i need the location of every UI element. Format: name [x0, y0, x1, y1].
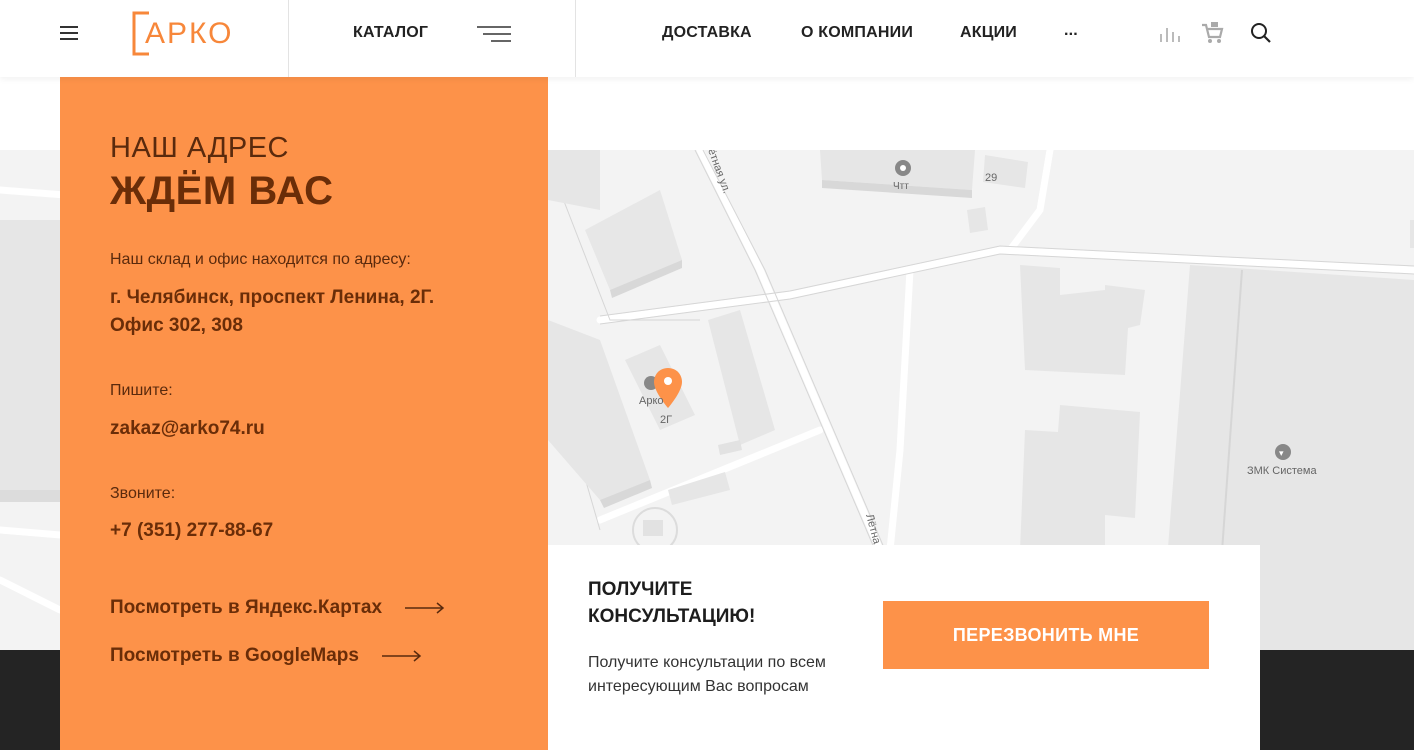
logo-text: АРКО [145, 17, 234, 50]
logo[interactable]: АРКО [131, 10, 235, 57]
compare-icon[interactable] [1158, 20, 1184, 46]
site-header: АРКО КАТАЛОГ ДОСТАВКА О КОМПАНИИ АКЦИИ .… [0, 0, 1414, 77]
search-icon[interactable] [1248, 20, 1274, 46]
catalog-lines-icon[interactable] [477, 26, 511, 42]
yandex-maps-link-label: Посмотреть в Яндекс.Картах [110, 597, 383, 618]
nav-catalog[interactable]: КАТАЛОГ [353, 24, 428, 42]
nav-about[interactable]: О КОМПАНИИ [801, 24, 913, 42]
cart-icon[interactable] [1200, 20, 1226, 46]
google-maps-link-label: Посмотреть в GoogleMaps [110, 645, 359, 666]
map-label-arko-house: 2Г [660, 414, 672, 426]
header-divider [288, 0, 289, 77]
yandex-maps-link[interactable]: Посмотреть в Яндекс.Картах [110, 597, 445, 619]
consultation-card: ПОЛУЧИТЕ КОНСУЛЬТАЦИЮ! Получите консульт… [548, 545, 1260, 750]
consultation-title: ПОЛУЧИТЕ КОНСУЛЬТАЦИЮ! [588, 579, 756, 627]
write-label: Пишите: [110, 382, 173, 399]
arrow-right-icon [382, 650, 422, 662]
nav-more[interactable]: ... [1064, 22, 1078, 40]
map-label-poi: Чтт [893, 181, 909, 192]
call-label: Звоните: [110, 485, 176, 502]
menu-icon[interactable] [60, 26, 78, 40]
address-panel: НАШ АДРЕС ЖДЁМ ВАС Наш склад и офис нахо… [60, 77, 548, 750]
callback-button[interactable]: ПЕРЕЗВОНИТЬ МНЕ [883, 601, 1209, 669]
map-label-arko: Арко [639, 395, 664, 407]
svg-text:▾: ▾ [1279, 448, 1284, 458]
nav-delivery[interactable]: ДОСТАВКА [662, 24, 752, 42]
map-label-house: 29 [985, 172, 997, 184]
address-line-1: г. Челябинск, проспект Ленина, 2Г. [110, 287, 435, 308]
address-intro: Наш склад и офис находится по адресу: [110, 251, 411, 268]
email-link[interactable]: zakaz@arko74.ru [110, 415, 265, 443]
address-subtitle: НАШ АДРЕС [110, 132, 289, 164]
consultation-text: Получите консультации по всем интересующ… [588, 654, 826, 695]
header-divider [575, 0, 576, 77]
address-line-2: Офис 302, 308 [110, 315, 243, 336]
arrow-right-icon [405, 602, 445, 614]
nav-sales[interactable]: АКЦИИ [960, 24, 1017, 42]
map-label-poi: ЗМК Система [1247, 465, 1317, 477]
address-title: ЖДЁМ ВАС [110, 169, 334, 213]
phone-link[interactable]: +7 (351) 277-88-67 [110, 517, 273, 545]
google-maps-link[interactable]: Посмотреть в GoogleMaps [110, 645, 422, 667]
